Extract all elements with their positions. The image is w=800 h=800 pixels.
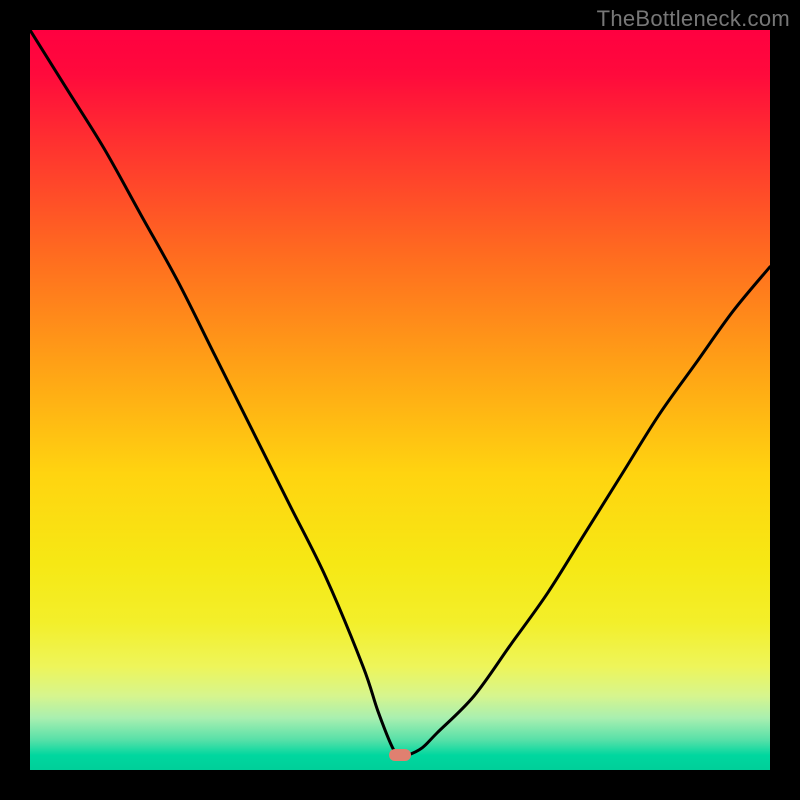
plot-area	[30, 30, 770, 770]
watermark-text: TheBottleneck.com	[597, 6, 790, 32]
optimal-point-marker	[389, 749, 411, 761]
chart-stage: TheBottleneck.com	[0, 0, 800, 800]
curve-svg	[30, 30, 770, 770]
bottleneck-curve	[30, 30, 770, 756]
